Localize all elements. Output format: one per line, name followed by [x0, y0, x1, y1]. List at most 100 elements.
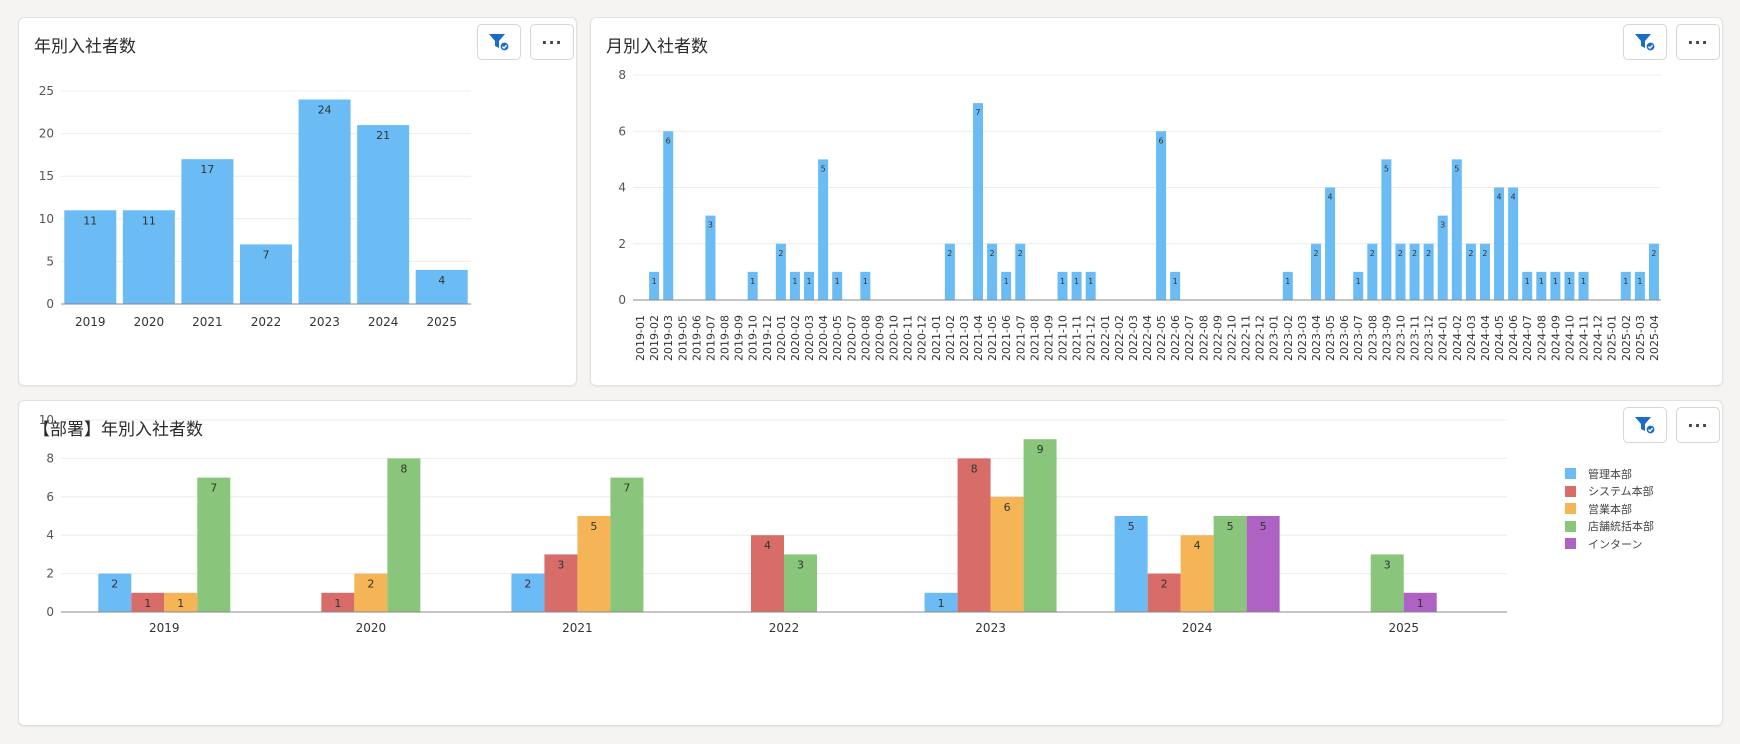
- bar-value-label: 2: [778, 249, 783, 258]
- x-tick-label: 2024-12: [1592, 315, 1605, 361]
- x-tick-label: 2022-11: [1240, 315, 1253, 361]
- x-tick-label: 2020-08: [859, 315, 872, 361]
- x-tick-label: 2019-09: [733, 315, 746, 361]
- bar-value-label: 11: [142, 214, 156, 227]
- y-tick-label: 2: [618, 237, 626, 251]
- x-tick-label: 2022-05: [1155, 315, 1168, 361]
- legend-swatch: [1565, 520, 1576, 532]
- bar-value-label: 7: [263, 248, 270, 261]
- x-tick-label: 2025-03: [1634, 315, 1647, 361]
- bar-value-label: 1: [144, 597, 151, 610]
- x-tick-label: 2023-06: [1338, 315, 1351, 361]
- bar: [1325, 187, 1336, 300]
- more-options-button[interactable]: ...: [1676, 407, 1720, 443]
- legend-label: 管理本部: [1588, 467, 1632, 481]
- legend-item[interactable]: システム本部: [1565, 483, 1654, 501]
- bar-value-label: 1: [1356, 277, 1361, 286]
- y-tick-label: 5: [46, 254, 54, 268]
- bar-value-label: 1: [1088, 277, 1093, 286]
- bar-value-label: 1: [1581, 277, 1586, 286]
- x-tick-label: 2022-08: [1197, 315, 1210, 361]
- y-tick-label: 4: [618, 181, 626, 195]
- x-tick-label: 2022-07: [1183, 315, 1196, 361]
- y-tick-label: 0: [46, 605, 54, 619]
- legend-item[interactable]: インターン: [1565, 535, 1654, 553]
- bar: [663, 131, 674, 300]
- y-tick-label: 20: [39, 127, 54, 141]
- bar-value-label: 6: [666, 136, 671, 145]
- bar-value-label: 2: [524, 578, 531, 591]
- x-tick-label: 2022-04: [1141, 315, 1154, 361]
- x-tick-label: 2019-06: [690, 315, 703, 361]
- legend-item[interactable]: 店舗統括本部: [1565, 518, 1654, 536]
- x-tick-label: 2022: [251, 315, 282, 329]
- x-tick-label: 2023-02: [1282, 315, 1295, 361]
- x-tick-label: 2023-01: [1268, 315, 1281, 361]
- bar-value-label: 1: [1417, 597, 1424, 610]
- legend-label: 営業本部: [1588, 502, 1632, 516]
- bar: [1381, 159, 1392, 300]
- x-tick-label: 2020-01: [775, 315, 788, 361]
- bar-value-label: 24: [318, 104, 332, 117]
- bar-value-label: 5: [590, 520, 597, 533]
- x-tick-label: 2024-04: [1479, 315, 1492, 361]
- bar: [1494, 187, 1505, 300]
- x-tick-label: 2025: [426, 315, 457, 329]
- bar-value-label: 7: [210, 482, 217, 495]
- bar-value-label: 9: [1037, 443, 1044, 456]
- legend-item[interactable]: 管理本部: [1565, 465, 1654, 483]
- x-tick-label: 2022-10: [1225, 315, 1238, 361]
- legend-item[interactable]: 営業本部: [1565, 500, 1654, 518]
- bar: [1156, 131, 1167, 300]
- legend-swatch: [1565, 503, 1576, 515]
- bar-value-label: 3: [1384, 558, 1391, 571]
- x-tick-label: 2022-03: [1127, 315, 1140, 361]
- bar-value-label: 1: [1623, 277, 1628, 286]
- yearly-hires-card: 年別入社者数 ... 0 5 10 15 20 25 11 2019 11 2020 17 2021 7…: [18, 17, 577, 386]
- legend-swatch: [1565, 485, 1576, 497]
- y-tick-label: 15: [39, 169, 54, 183]
- x-tick-label: 2024-05: [1493, 315, 1506, 361]
- bar-value-label: 3: [797, 558, 804, 571]
- dept-hires-card: 【部署】年別入社者数 ... 0 2 4 6 8 10 2 1 1 7 2019 1 2 8 2020 2 3 5…: [18, 400, 1723, 726]
- legend-label: システム本部: [1588, 485, 1654, 499]
- x-tick-label: 2023-11: [1409, 315, 1422, 361]
- x-tick-label: 2019-03: [662, 315, 675, 361]
- bar-value-label: 1: [806, 277, 811, 286]
- bar-value-label: 1: [1173, 277, 1178, 286]
- y-tick-label: 25: [39, 84, 54, 98]
- bar-value-label: 2: [947, 249, 952, 258]
- bar-value-label: 11: [83, 214, 97, 227]
- bar-value-label: 1: [1074, 277, 1079, 286]
- x-tick-label: 2021-01: [930, 315, 943, 361]
- bar-value-label: 2: [1468, 249, 1473, 258]
- x-tick-label: 2025-02: [1620, 315, 1633, 361]
- y-tick-label: 10: [39, 212, 54, 226]
- bar-value-label: 1: [1285, 277, 1290, 286]
- bar-value-label: 3: [708, 221, 713, 230]
- x-tick-label: 2020-07: [845, 315, 858, 361]
- x-tick-label: 2024: [368, 315, 399, 329]
- bar-value-label: 1: [1637, 277, 1642, 286]
- bar-value-label: 7: [623, 482, 630, 495]
- filter-button[interactable]: [1623, 407, 1667, 443]
- bar-value-label: 2: [1313, 249, 1318, 258]
- bar-value-label: 1: [863, 277, 868, 286]
- y-tick-label: 6: [618, 124, 626, 138]
- x-tick-label: 2023-08: [1366, 315, 1379, 361]
- bar-value-label: 1: [1567, 277, 1572, 286]
- x-tick-label: 2021: [562, 621, 593, 635]
- x-tick-label: 2021-03: [958, 315, 971, 361]
- monthly-hires-card: 月別入社者数 ... 0 2 4 6 8 2019-01 1 2019-02 6 2019-03 2…: [590, 17, 1723, 386]
- bar-value-label: 4: [1328, 193, 1333, 202]
- bar: [973, 103, 984, 300]
- x-tick-label: 2021-10: [1057, 315, 1070, 361]
- bar-value-label: 4: [764, 539, 771, 552]
- x-tick-label: 2023-10: [1394, 315, 1407, 361]
- x-tick-label: 2025-01: [1606, 315, 1619, 361]
- bar-value-label: 1: [1553, 277, 1558, 286]
- bar-value-label: 5: [1128, 520, 1135, 533]
- bar-value-label: 5: [1260, 520, 1267, 533]
- more-horizontal-icon: ...: [1687, 412, 1709, 431]
- bar: [1508, 187, 1519, 300]
